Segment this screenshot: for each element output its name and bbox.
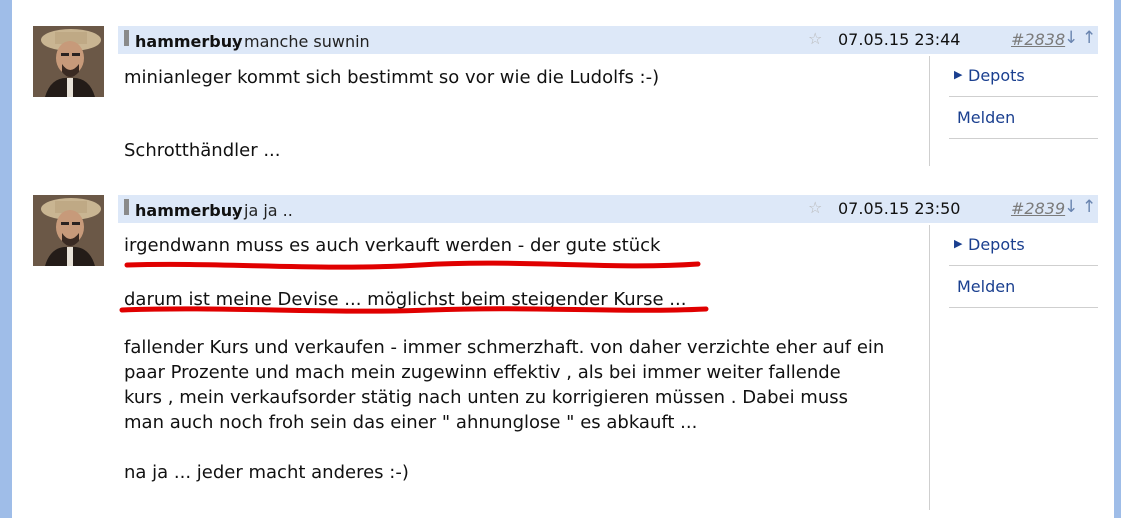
red-underline-annotation xyxy=(124,260,701,270)
forum-thread-page: hammerbuy : manche suwnin ☆ 07.05.15 23:… xyxy=(0,0,1121,518)
annotation-layer xyxy=(119,260,709,314)
red-underline-annotation xyxy=(119,306,709,314)
